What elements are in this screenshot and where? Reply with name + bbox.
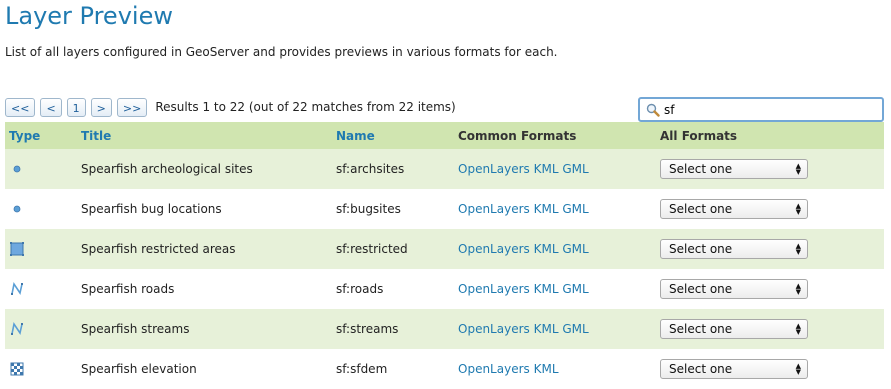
common-formats-cell: OpenLayers KML GML — [458, 229, 660, 269]
kml-link[interactable]: KML — [534, 362, 559, 376]
name-column-header[interactable]: Name — [336, 122, 458, 149]
gml-link[interactable]: GML — [562, 242, 588, 256]
common-formats-cell: OpenLayers KML GML — [458, 269, 660, 309]
openlayers-link[interactable]: OpenLayers — [458, 162, 530, 176]
magnifier-icon — [646, 103, 660, 117]
all-formats-cell: Select one ▲ ▼ — [660, 189, 884, 229]
type-column-header[interactable]: Type — [5, 122, 81, 149]
format-select-value: Select one — [669, 362, 733, 376]
all-formats-cell: Select one ▲ ▼ — [660, 269, 884, 309]
page-1-button[interactable]: 1 — [66, 97, 86, 117]
layer-name: sf:archsites — [336, 149, 458, 189]
format-select-value: Select one — [669, 242, 733, 256]
all-formats-cell: Select one ▲ ▼ — [660, 149, 884, 189]
select-arrows-icon: ▲ ▼ — [795, 202, 801, 216]
gml-link[interactable]: GML — [562, 282, 588, 296]
format-select[interactable]: Select one ▲ ▼ — [660, 319, 808, 339]
layer-title: Spearfish bug locations — [81, 189, 336, 229]
type-cell — [5, 309, 81, 349]
table-row: Spearfish bug locations sf:bugsites Open… — [5, 189, 884, 229]
layer-title: Spearfish roads — [81, 269, 336, 309]
layer-title: Spearfish archeological sites — [81, 149, 336, 189]
select-arrows-icon: ▲ ▼ — [795, 162, 801, 176]
select-arrows-icon: ▲ ▼ — [795, 242, 801, 256]
all-formats-cell: Select one ▲ ▼ — [660, 349, 884, 389]
openlayers-link[interactable]: OpenLayers — [458, 282, 530, 296]
table-row: Spearfish streams sf:streams OpenLayers … — [5, 309, 884, 349]
kml-link[interactable]: KML — [534, 242, 559, 256]
layers-table: Type Title Name Common Formats All Forma… — [5, 122, 884, 389]
next-page-button[interactable]: > — [90, 97, 112, 117]
type-cell — [5, 229, 81, 269]
pagination: << < 1 > >> Results 1 to 22 (out of 22 m… — [5, 97, 456, 117]
format-select-value: Select one — [669, 282, 733, 296]
format-select-value: Select one — [669, 202, 733, 216]
type-cell — [5, 149, 81, 189]
layer-name: sf:bugsites — [336, 189, 458, 229]
table-row: Spearfish restricted areas sf:restricted… — [5, 229, 884, 269]
line-icon — [11, 321, 23, 336]
table-row: Spearfish roads sf:roads OpenLayers KML … — [5, 269, 884, 309]
openlayers-link[interactable]: OpenLayers — [458, 242, 530, 256]
openlayers-link[interactable]: OpenLayers — [458, 362, 530, 376]
layer-name: sf:roads — [336, 269, 458, 309]
layer-title: Spearfish elevation — [81, 349, 336, 389]
layer-name: sf:restricted — [336, 229, 458, 269]
last-page-button[interactable]: >> — [116, 97, 148, 117]
title-column-header[interactable]: Title — [81, 122, 336, 149]
type-cell — [5, 189, 81, 229]
page-description: List of all layers configured in GeoServ… — [5, 45, 558, 59]
gml-link[interactable]: GML — [562, 162, 588, 176]
all-formats-cell: Select one ▲ ▼ — [660, 229, 884, 269]
previous-page-button[interactable]: < — [40, 97, 62, 117]
format-select-value: Select one — [669, 162, 733, 176]
format-select[interactable]: Select one ▲ ▼ — [660, 359, 808, 379]
point-icon — [13, 205, 21, 213]
gml-link[interactable]: GML — [562, 202, 588, 216]
raster-icon — [10, 362, 24, 376]
search-field[interactable] — [638, 97, 884, 122]
type-cell — [5, 269, 81, 309]
layer-name: sf:streams — [336, 309, 458, 349]
table-row: Spearfish elevation sf:sfdem OpenLayers … — [5, 349, 884, 389]
format-select-value: Select one — [669, 322, 733, 336]
common-formats-cell: OpenLayers KML GML — [458, 149, 660, 189]
common-formats-header: Common Formats — [458, 122, 660, 149]
openlayers-link[interactable]: OpenLayers — [458, 322, 530, 336]
format-select[interactable]: Select one ▲ ▼ — [660, 279, 808, 299]
layer-name: sf:sfdem — [336, 349, 458, 389]
page-title: Layer Preview — [5, 2, 173, 30]
results-summary: Results 1 to 22 (out of 22 matches from … — [155, 100, 456, 114]
all-formats-header: All Formats — [660, 122, 884, 149]
table-row: Spearfish archeological sites sf:archsit… — [5, 149, 884, 189]
point-icon — [13, 165, 21, 173]
common-formats-cell: OpenLayers KML GML — [458, 189, 660, 229]
all-formats-cell: Select one ▲ ▼ — [660, 309, 884, 349]
format-select[interactable]: Select one ▲ ▼ — [660, 159, 808, 179]
kml-link[interactable]: KML — [534, 202, 559, 216]
kml-link[interactable]: KML — [534, 322, 559, 336]
select-arrows-icon: ▲ ▼ — [795, 282, 801, 296]
openlayers-link[interactable]: OpenLayers — [458, 202, 530, 216]
polygon-icon — [10, 242, 24, 256]
line-icon — [11, 281, 23, 296]
common-formats-cell: OpenLayers KML GML — [458, 309, 660, 349]
common-formats-cell: OpenLayers KML — [458, 349, 660, 389]
format-select[interactable]: Select one ▲ ▼ — [660, 239, 808, 259]
layer-title: Spearfish restricted areas — [81, 229, 336, 269]
type-cell — [5, 349, 81, 389]
table-header-row: Type Title Name Common Formats All Forma… — [5, 122, 884, 149]
first-page-button[interactable]: << — [5, 97, 36, 117]
format-select[interactable]: Select one ▲ ▼ — [660, 199, 808, 219]
kml-link[interactable]: KML — [534, 282, 559, 296]
gml-link[interactable]: GML — [562, 322, 588, 336]
select-arrows-icon: ▲ ▼ — [795, 362, 801, 376]
select-arrows-icon: ▲ ▼ — [795, 322, 801, 336]
search-input[interactable] — [664, 102, 864, 117]
layer-title: Spearfish streams — [81, 309, 336, 349]
kml-link[interactable]: KML — [534, 162, 559, 176]
